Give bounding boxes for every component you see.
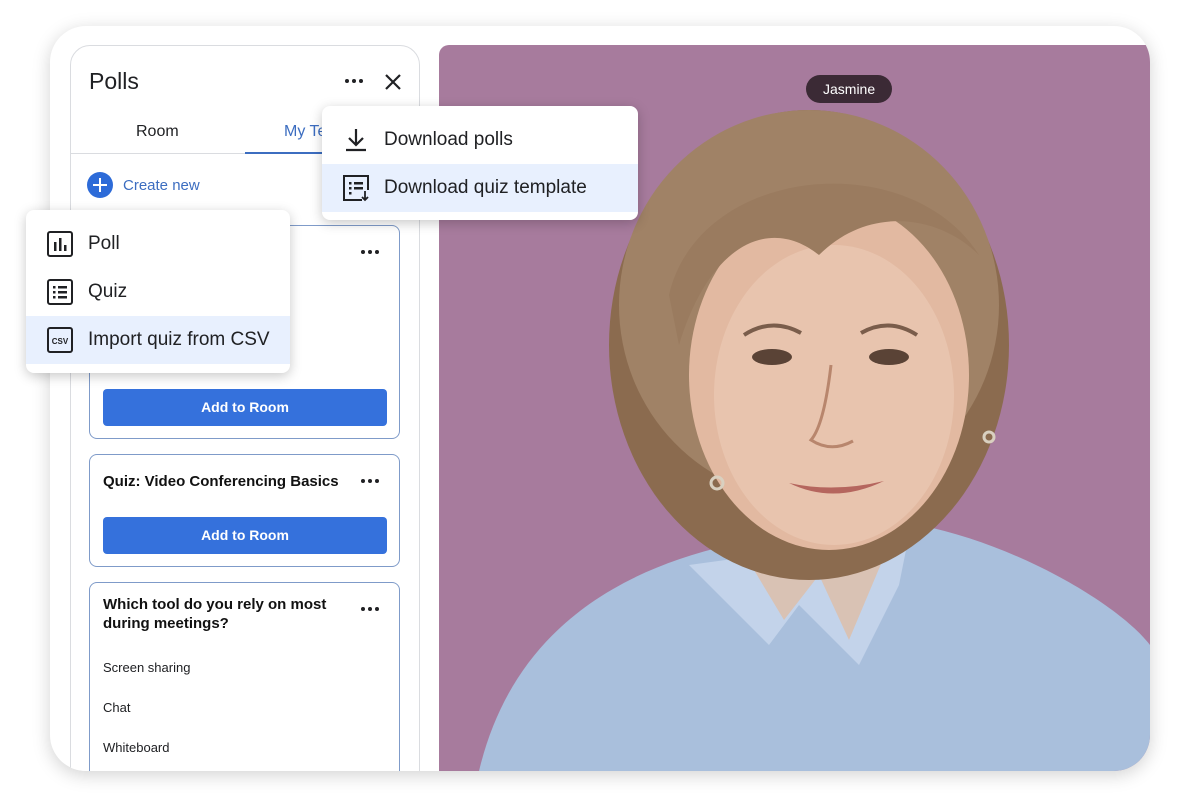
download-icon <box>346 129 366 152</box>
quiz-card: Quiz: Video Conferencing Basics Add to R… <box>89 454 400 567</box>
more-options-button[interactable] <box>341 71 367 91</box>
menu-item-poll[interactable]: Poll <box>26 220 290 268</box>
csv-icon: CSV <box>47 327 73 353</box>
menu-item-label: Quiz <box>88 281 128 302</box>
card-title: Which tool do you rely on most during me… <box>103 596 327 632</box>
menu-item-download-polls[interactable]: Download polls <box>322 116 638 164</box>
card-more-button[interactable] <box>357 242 383 262</box>
menu-item-label: Import quiz from CSV <box>88 329 270 350</box>
create-new-label: Create new <box>123 176 200 194</box>
card-more-button[interactable] <box>357 599 383 619</box>
participant-name-tag: Jasmine <box>806 75 893 103</box>
poll-option: Chat <box>103 700 131 715</box>
add-to-room-button[interactable]: Add to Room <box>103 389 387 426</box>
download-template-icon <box>343 175 369 202</box>
card-more-button[interactable] <box>357 471 383 491</box>
create-new-menu: Poll Quiz CSV Import quiz from CSV <box>26 210 290 373</box>
csv-icon-text: CSV <box>52 337 69 346</box>
menu-item-label: Download polls <box>384 129 513 150</box>
more-options-menu: Download polls Download quiz template <box>322 106 638 220</box>
menu-item-label: Poll <box>88 233 120 254</box>
close-icon[interactable] <box>381 70 405 94</box>
panel-title: Polls <box>89 68 139 94</box>
list-icon <box>47 279 73 305</box>
add-to-room-button[interactable]: Add to Room <box>103 517 387 554</box>
menu-item-quiz[interactable]: Quiz <box>26 268 290 316</box>
bar-chart-icon <box>47 231 73 257</box>
tab-room[interactable]: Room <box>136 123 179 141</box>
poll-card: Which tool do you rely on most during me… <box>89 582 400 771</box>
tab-my-templates[interactable]: My Te <box>284 123 326 141</box>
poll-option: Whiteboard <box>103 740 170 755</box>
menu-item-label: Download quiz template <box>384 177 587 198</box>
menu-item-import-csv[interactable]: CSV Import quiz from CSV <box>26 316 290 364</box>
poll-option: Screen sharing <box>103 660 191 675</box>
card-title: Quiz: Video Conferencing Basics <box>103 473 339 490</box>
create-new-button[interactable]: Create new <box>87 172 200 198</box>
menu-item-download-quiz-template[interactable]: Download quiz template <box>322 164 638 212</box>
plus-icon <box>87 172 113 198</box>
